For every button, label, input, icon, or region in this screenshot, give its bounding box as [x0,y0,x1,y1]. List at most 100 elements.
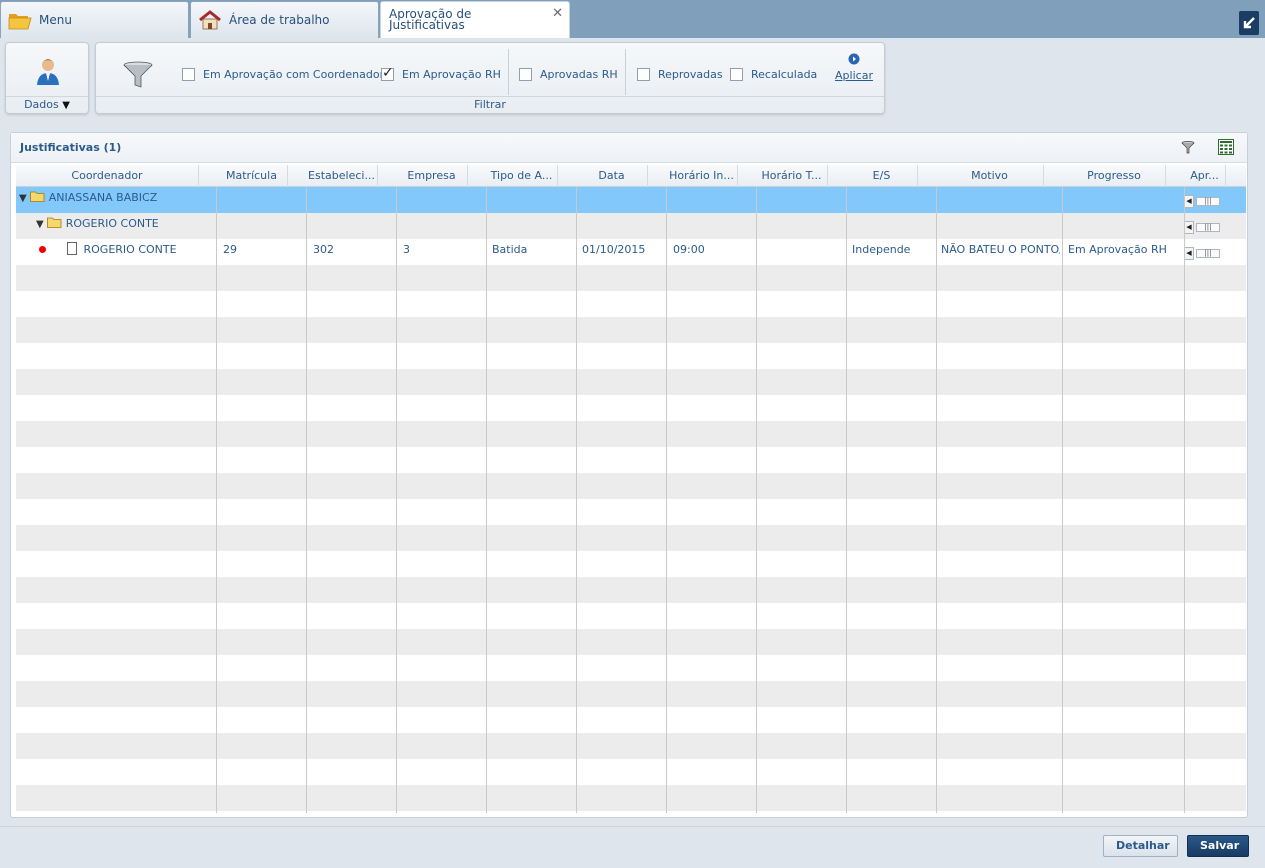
tab-aprovacao-justificativas[interactable]: Aprovação de Justificativas ✕ [380,1,570,38]
caret-down-icon: ▼ [62,100,70,111]
folder-icon [30,188,45,202]
tab-area-label: Área de trabalho [229,12,330,27]
column-header-aprovacao[interactable]: Apr... [1184,165,1226,187]
cell-progresso: Em Aprovação RH [1068,243,1167,256]
column-divider [1062,187,1063,813]
scroll-left-icon[interactable]: ◀ [1184,220,1194,234]
filter-group: Em Aprovação com Coordenador Em Aprovaçã… [95,42,885,114]
row-scrollbar[interactable]: ◀ ||| ▶ [1184,246,1246,260]
cell-matricula: 29 [223,243,237,256]
cell-motivo: NÃO BATEU O PONTO/E [941,243,1060,256]
checkbox-label: Em Aprovação com Coordenador [203,68,385,81]
checkbox-label: Em Aprovação RH [402,68,501,81]
tab-menu-label: Menu [39,12,72,27]
column-divider [936,187,937,813]
column-divider [306,187,307,813]
folder-icon [47,214,62,228]
grid-header: Coordenador Matrícula Estabeleci... Empr… [16,165,1246,187]
scroll-left-icon[interactable]: ◀ [1184,246,1194,260]
user-icon[interactable] [35,57,61,90]
close-icon[interactable]: ✕ [552,6,563,21]
column-header-es[interactable]: E/S [846,165,918,187]
scroll-left-icon[interactable]: ◀ [1184,194,1194,208]
column-header-data[interactable]: Data [576,165,648,187]
row-scrollbar[interactable]: ◀ ||| ▶ [1184,194,1246,208]
dados-group: Dados ▼ [5,42,89,114]
tab-aprovacao-line2: Justificativas [389,18,465,32]
house-icon [197,9,223,31]
cell-estabelecimento: 302 [313,243,334,256]
justificativas-grid: Coordenador Matrícula Estabeleci... Empr… [16,165,1246,813]
tab-bar: Menu Área de trabalho Aprovação de Justi… [0,0,1265,38]
checkbox-em-aprovacao-rh[interactable]: Em Aprovação RH [381,65,501,81]
checkbox-label: Aprovadas RH [540,68,618,81]
column-header-empresa[interactable]: Empresa [396,165,468,187]
column-divider [846,187,847,813]
panel-title: Justificativas (1) [20,141,122,154]
column-divider [486,187,487,813]
checkbox-box-checked[interactable] [381,65,394,81]
column-divider [1184,187,1185,813]
justificativas-panel: Justificativas (1) Coordenador Matrícula… [10,132,1248,818]
column-header-progresso[interactable]: Progresso [1063,165,1166,187]
column-header-coordenador[interactable]: Coordenador [16,165,199,187]
scroll-thumb[interactable]: ||| [1196,222,1220,232]
checkbox-box[interactable] [519,68,532,81]
checkbox-em-aprovacao-coordenador[interactable]: Em Aprovação com Coordenador [182,68,384,81]
doc-cell: ROGERIO CONTE [67,239,177,265]
status-dot-icon [39,239,46,265]
separator [508,49,509,95]
column-divider [756,187,757,813]
tab-area-de-trabalho[interactable]: Área de trabalho [190,1,379,38]
column-header-matricula[interactable]: Matrícula [216,165,288,187]
cell-es: Independe [852,243,911,256]
column-header-horario-inicio[interactable]: Horário In... [666,165,738,187]
checkbox-reprovadas[interactable]: Reprovadas [637,68,723,81]
separator [625,49,626,95]
play-circle-icon [848,53,860,65]
dados-dropdown[interactable]: Dados ▼ [6,96,88,113]
checkbox-aprovadas-rh[interactable]: Aprovadas RH [519,68,618,81]
scroll-thumb[interactable]: ||| [1196,248,1220,258]
cell-empresa: 3 [403,243,410,256]
document-icon [67,242,77,255]
panel-header: Justificativas (1) [11,133,1247,163]
column-header-tipo[interactable]: Tipo de A... [486,165,558,187]
column-header-estabelecimento[interactable]: Estabeleci... [306,165,378,187]
column-divider [216,187,217,813]
checkbox-box[interactable] [637,68,650,81]
footer-bar: Detalhar Salvar [0,826,1265,868]
group-cell: ▼ ROGERIO CONTE [36,213,159,239]
checkbox-box[interactable] [182,68,195,81]
cell-coordenador: ROGERIO CONTE [83,243,177,256]
grid-layout-icon[interactable] [1218,139,1234,158]
group-label: ANIASSANA BABICZ [48,191,158,204]
ribbon: Dados ▼ Em Aprovação com Coordenador Em … [0,38,1265,118]
detalhar-button[interactable]: Detalhar [1103,835,1178,857]
checkbox-label: Recalculada [751,68,818,81]
scroll-thumb[interactable]: ||| [1196,196,1220,206]
checkbox-box[interactable] [730,68,743,81]
column-divider [576,187,577,813]
checkbox-label: Reprovadas [658,68,723,81]
column-header-horario-termino[interactable]: Horário T... [756,165,828,187]
checkbox-recalculada[interactable]: Recalculada [730,68,817,81]
cell-tipo: Batida [492,243,528,256]
tab-menu[interactable]: Menu [0,1,189,38]
cell-data: 01/10/2015 [582,243,646,256]
expand-triangle-icon[interactable]: ▼ [19,193,27,204]
apply-button[interactable]: Aplicar [834,53,874,82]
expand-triangle-icon[interactable]: ▼ [36,219,44,230]
cell-horario-inicio: 09:00 [673,243,705,256]
group-cell: ▼ ANIASSANA BABICZ [19,187,157,213]
tab-aprovacao-label: Aprovação de Justificativas [389,8,471,32]
group-label: ROGERIO CONTE [65,217,159,230]
column-divider [396,187,397,813]
row-scrollbar[interactable]: ◀ ||| ▶ [1184,220,1246,234]
funnel-filter-icon [122,61,154,92]
dados-label: Dados [24,98,59,111]
filter-icon[interactable] [1181,141,1195,157]
collapse-arrow-icon[interactable] [1239,11,1259,35]
salvar-button[interactable]: Salvar [1187,835,1249,857]
column-header-motivo[interactable]: Motivo [936,165,1044,187]
